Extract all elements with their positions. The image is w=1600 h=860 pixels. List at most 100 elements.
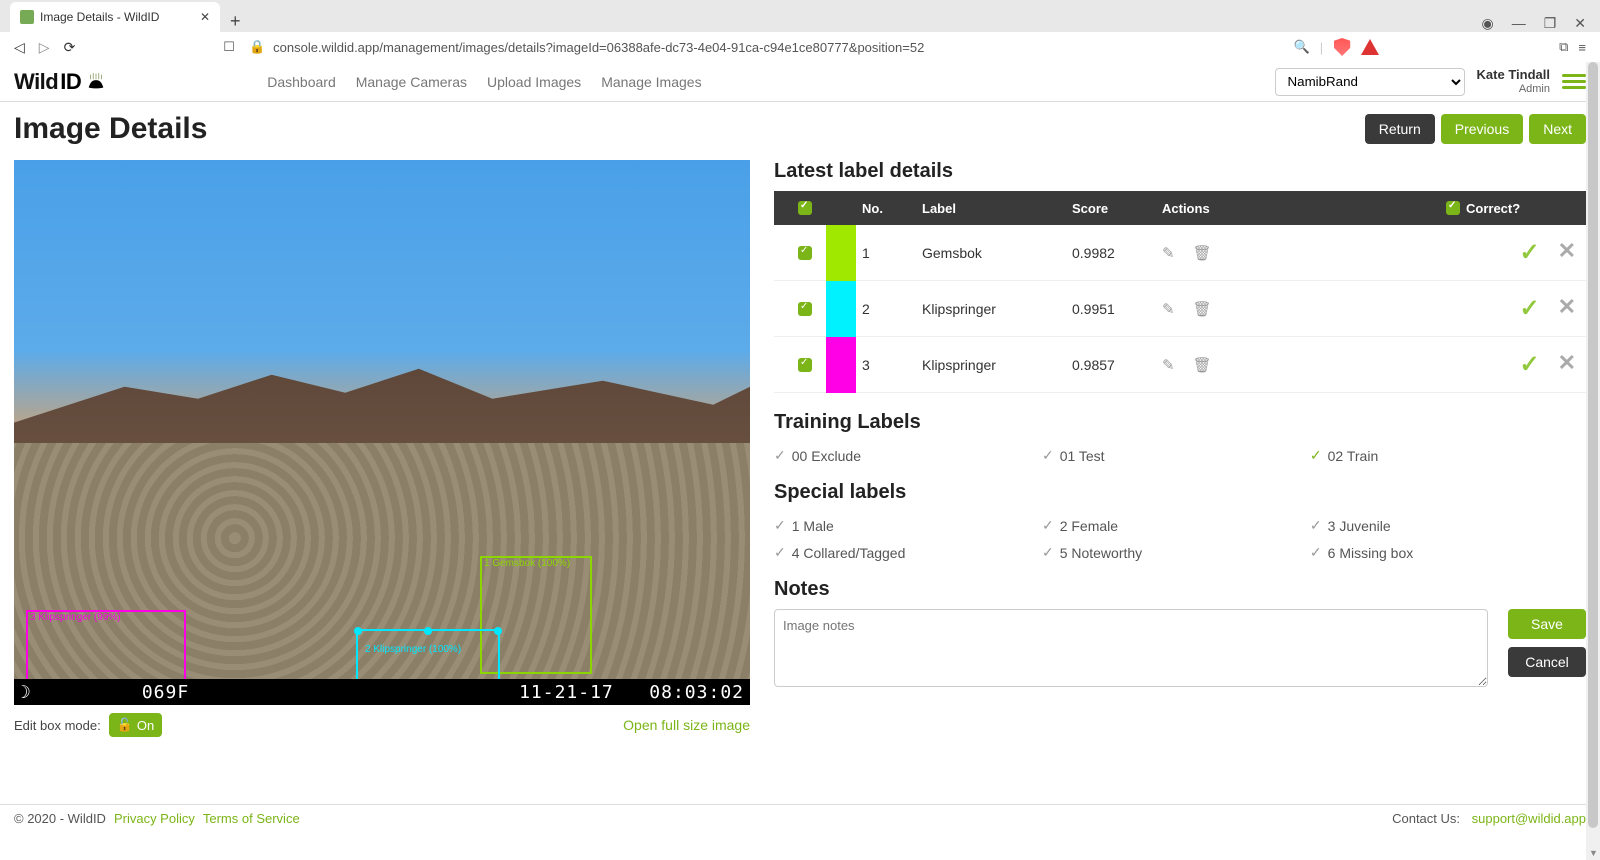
window-controls: ◉ — ❐ ✕ — [1481, 15, 1600, 32]
scrollbar-thumb[interactable] — [1588, 62, 1598, 828]
next-button[interactable]: Next — [1529, 114, 1586, 144]
zoom-icon[interactable]: 🔍 — [1294, 39, 1310, 55]
training-labels-heading: Training Labels — [774, 411, 1586, 434]
check-icon: ✓ — [774, 447, 786, 464]
nav-upload-images[interactable]: Upload Images — [487, 74, 581, 90]
mark-incorrect-icon[interactable]: ✕ — [1558, 238, 1576, 267]
special-male[interactable]: ✓1 Male — [774, 512, 1042, 539]
edit-icon[interactable]: ✎ — [1162, 301, 1175, 318]
notes-textarea[interactable] — [774, 609, 1488, 687]
latest-label-heading: Latest label details — [774, 160, 1586, 183]
project-select[interactable]: NamibRand — [1275, 68, 1465, 96]
shield-icon[interactable] — [1333, 38, 1351, 56]
logo[interactable]: WildID — [14, 69, 107, 95]
contact-label: Contact Us: — [1392, 811, 1464, 826]
mark-incorrect-icon[interactable]: ✕ — [1558, 294, 1576, 323]
scroll-down-icon[interactable]: ▼ — [1589, 848, 1598, 858]
image-metadata-bar: ☽ 069F 11-21-17 08:03:02 — [14, 679, 750, 705]
bbox-1-label: 1 Gemsbok (100%) — [481, 557, 573, 570]
nav-manage-cameras[interactable]: Manage Cameras — [356, 74, 467, 90]
minimize-icon[interactable]: — — [1512, 15, 1526, 32]
extension-icon[interactable] — [1361, 39, 1379, 55]
menu-icon[interactable]: ≡ — [1578, 40, 1586, 55]
account-icon[interactable]: ◉ — [1481, 15, 1493, 32]
url-text: console.wildid.app/management/images/det… — [273, 40, 924, 55]
select-all-checkbox[interactable] — [798, 201, 812, 215]
table-row: 1 Gemsbok 0.9982 ✎🗑 ✓✕ — [774, 225, 1586, 281]
user-name: Kate Tindall — [1477, 68, 1550, 83]
back-button[interactable]: ◁ — [14, 39, 25, 56]
footer: © 2020 - WildID Privacy Policy Terms of … — [0, 804, 1600, 832]
lock-icon: 🔒 — [249, 39, 265, 55]
delete-icon[interactable]: 🗑 — [1193, 301, 1212, 318]
pip-icon[interactable]: ⧉ — [1559, 39, 1568, 55]
row-checkbox[interactable] — [798, 358, 812, 372]
close-tab-icon[interactable]: ✕ — [200, 10, 210, 24]
delete-icon[interactable]: 🗑 — [1193, 357, 1212, 374]
scrollbar[interactable]: ▲ ▼ — [1586, 62, 1600, 860]
row-label: Klipspringer — [922, 357, 1072, 373]
reload-button[interactable]: ⟳ — [64, 39, 76, 56]
forward-button[interactable]: ▷ — [39, 39, 50, 56]
edit-box-mode-toggle[interactable]: 🔓 On — [109, 713, 163, 737]
privacy-link[interactable]: Privacy Policy — [114, 811, 195, 826]
table-row: 2 Klipspringer 0.9951 ✎🗑 ✓✕ — [774, 281, 1586, 337]
special-juvenile[interactable]: ✓3 Juvenile — [1310, 512, 1578, 539]
edit-icon[interactable]: ✎ — [1162, 245, 1175, 262]
training-train[interactable]: ✓02 Train — [1310, 442, 1578, 469]
new-tab-button[interactable]: + — [220, 11, 251, 32]
logo-text-2: ID — [60, 69, 81, 95]
browser-chrome: Image Details - WildID ✕ + ◉ — ❐ ✕ ◁ ▷ ⟳… — [0, 0, 1600, 62]
save-button[interactable]: Save — [1508, 609, 1586, 639]
mark-incorrect-icon[interactable]: ✕ — [1558, 350, 1576, 379]
terms-link[interactable]: Terms of Service — [203, 811, 300, 826]
close-window-icon[interactable]: ✕ — [1574, 15, 1586, 32]
edit-icon[interactable]: ✎ — [1162, 357, 1175, 374]
mark-correct-icon[interactable]: ✓ — [1519, 350, 1539, 379]
mark-correct-icon[interactable]: ✓ — [1519, 238, 1539, 267]
hamburger-icon[interactable] — [1562, 71, 1586, 92]
special-missing-box[interactable]: ✓6 Missing box — [1310, 539, 1578, 566]
th-no: No. — [862, 201, 922, 216]
row-score: 0.9982 — [1072, 245, 1162, 261]
maximize-icon[interactable]: ❐ — [1544, 15, 1557, 32]
notes-heading: Notes — [774, 578, 1586, 601]
row-checkbox[interactable] — [798, 246, 812, 260]
logo-icon — [85, 71, 107, 93]
open-full-size-link[interactable]: Open full size image — [623, 717, 750, 733]
moon-icon: ☽ — [20, 682, 32, 703]
user-role: Admin — [1477, 83, 1550, 96]
return-button[interactable]: Return — [1365, 114, 1435, 144]
special-collared[interactable]: ✓4 Collared/Tagged — [774, 539, 1042, 566]
special-noteworthy[interactable]: ✓5 Noteworthy — [1042, 539, 1310, 566]
row-no: 3 — [862, 357, 922, 373]
row-label: Klipspringer — [922, 301, 1072, 317]
check-icon: ✓ — [1310, 517, 1322, 534]
mark-correct-icon[interactable]: ✓ — [1519, 294, 1539, 323]
table-header: No. Label Score Actions Correct? — [774, 191, 1586, 225]
contact-email[interactable]: support@wildid.app — [1472, 811, 1586, 826]
user-box[interactable]: Kate Tindall Admin — [1477, 68, 1550, 96]
th-label: Label — [922, 201, 1072, 216]
nav-manage-images[interactable]: Manage Images — [601, 74, 701, 90]
bookmark-icon[interactable]: ☐ — [223, 39, 235, 55]
app-header: WildID Dashboard Manage Cameras Upload I… — [0, 62, 1600, 102]
url-bar[interactable]: 🔒 console.wildid.app/management/images/d… — [249, 39, 1280, 55]
nav-dashboard[interactable]: Dashboard — [267, 74, 336, 90]
correct-all-checkbox[interactable] — [1446, 201, 1460, 215]
image-date: 11-21-17 — [519, 682, 614, 703]
row-no: 1 — [862, 245, 922, 261]
check-icon: ✓ — [1042, 544, 1054, 561]
row-score: 0.9857 — [1072, 357, 1162, 373]
annotated-image[interactable]: 1 Gemsbok (100%) 2 Klipspringer (100%) 3… — [14, 160, 750, 705]
browser-tab[interactable]: Image Details - WildID ✕ — [10, 2, 220, 32]
training-exclude[interactable]: ✓00 Exclude — [774, 442, 1042, 469]
row-checkbox[interactable] — [798, 302, 812, 316]
row-no: 2 — [862, 301, 922, 317]
special-labels-heading: Special labels — [774, 481, 1586, 504]
previous-button[interactable]: Previous — [1441, 114, 1523, 144]
delete-icon[interactable]: 🗑 — [1193, 245, 1212, 262]
cancel-button[interactable]: Cancel — [1508, 647, 1586, 677]
training-test[interactable]: ✓01 Test — [1042, 442, 1310, 469]
special-female[interactable]: ✓2 Female — [1042, 512, 1310, 539]
